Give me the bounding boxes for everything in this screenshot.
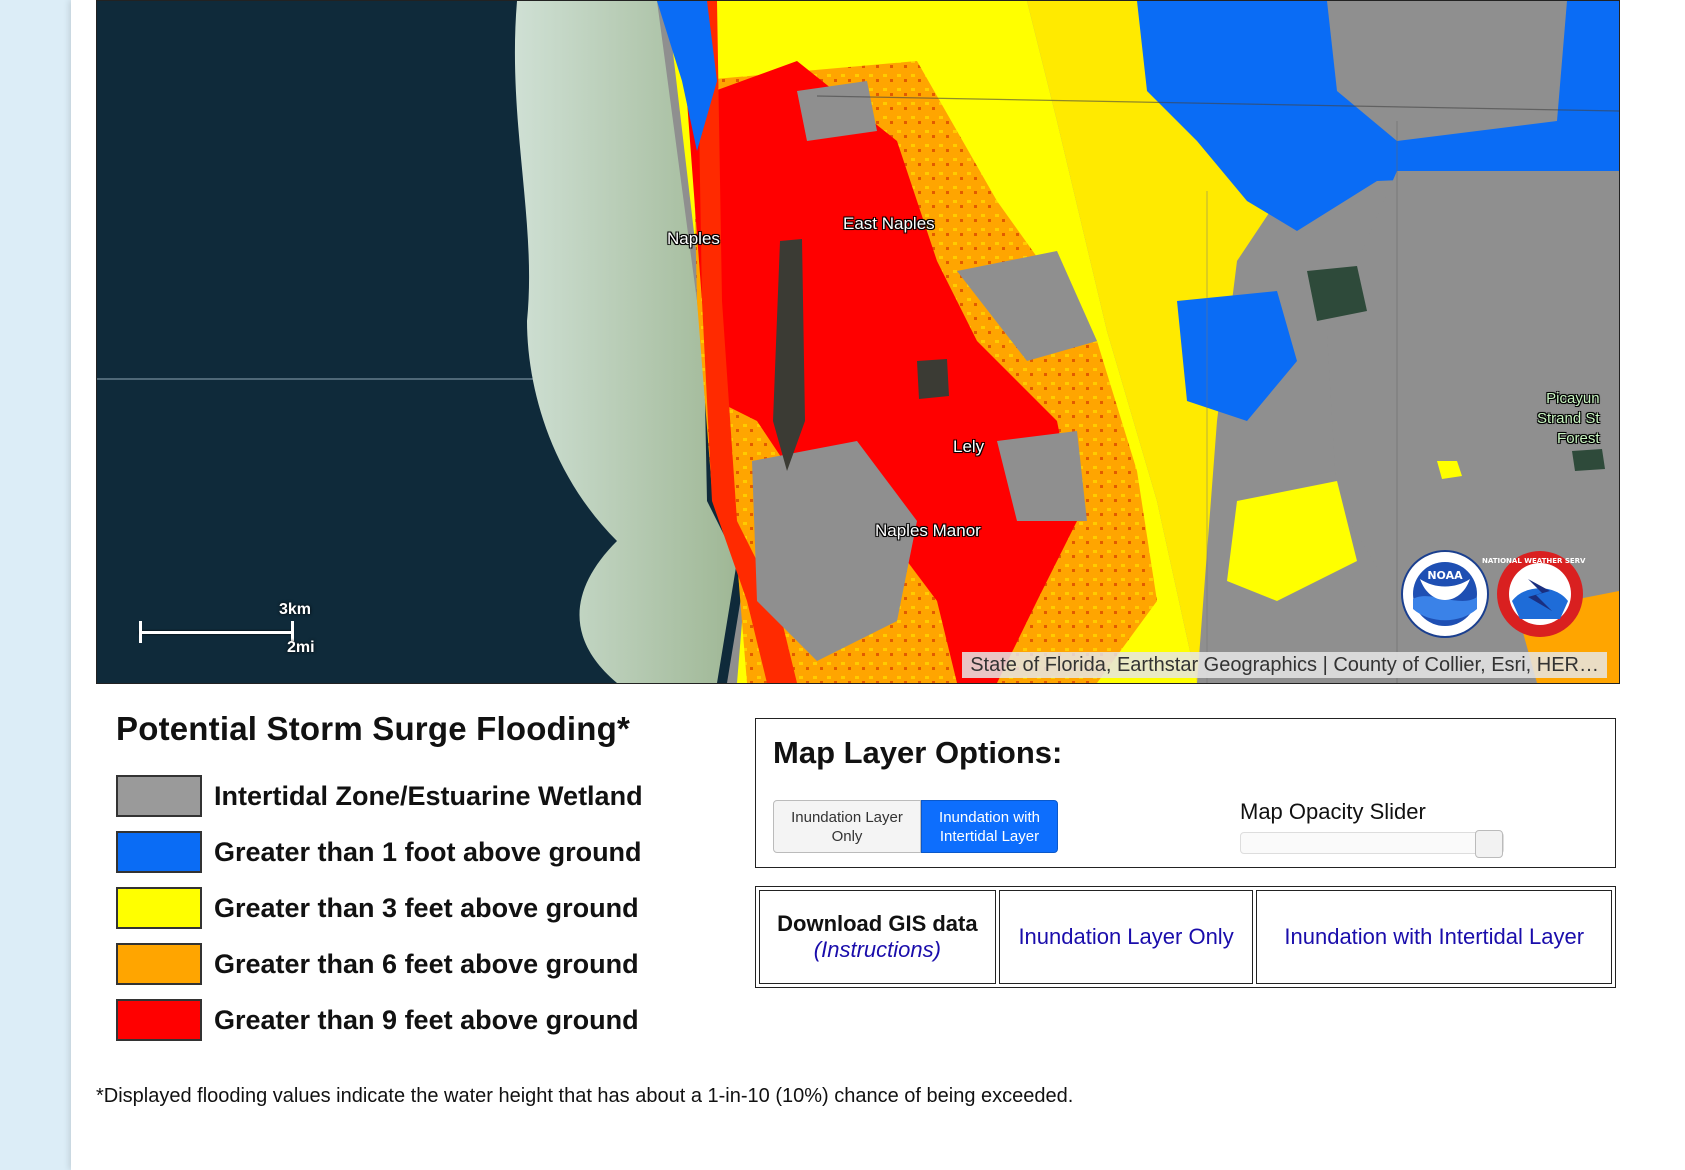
download-instructions-link[interactable]: (Instructions) <box>814 937 941 963</box>
legend-title: Potential Storm Surge Flooding* <box>116 710 631 747</box>
legend-label: Intertidal Zone/Estuarine Wetland <box>214 780 643 811</box>
legend-swatch <box>116 999 202 1041</box>
agency-logos: NOAA NATIONAL WEATHER SERVICE <box>1400 549 1598 644</box>
download-inundation-intertidal-link[interactable]: Inundation with Intertidal Layer <box>1284 924 1584 950</box>
place-label-east-naples: East Naples <box>843 214 935 233</box>
park-label-line-3: Forest <box>1557 430 1600 447</box>
scale-km-label: 3km <box>279 601 312 618</box>
storm-surge-map[interactable]: Naples East Naples Lely Naples Manor Pic… <box>96 0 1620 684</box>
opacity-slider-handle[interactable] <box>1475 830 1503 858</box>
legend-swatch <box>116 943 202 985</box>
download-inundation-only-link[interactable]: Inundation Layer Only <box>1018 924 1233 950</box>
place-label-lely: Lely <box>953 437 985 456</box>
noaa-logo-text: NOAA <box>1427 569 1463 582</box>
map-layer-options-panel: Map Layer Options: Inundation Layer Only… <box>755 718 1616 868</box>
download-gis-cell: Download GIS data (Instructions) <box>759 890 996 984</box>
map-attribution: State of Florida, Earthstar Geographics … <box>962 652 1607 678</box>
layer-toggle-group: Inundation Layer Only Inundation with In… <box>773 800 1058 853</box>
scale-mi-label: 2mi <box>287 639 315 656</box>
map-basemap <box>97 1 1619 683</box>
storm-surge-legend: Potential Storm Surge Flooding* Intertid… <box>116 710 756 1048</box>
legend-label: Greater than 6 feet above ground <box>214 948 639 979</box>
park-label-line-1: Picayun <box>1546 390 1600 407</box>
legend-item: Greater than 1 foot above ground <box>116 824 756 880</box>
opacity-slider-label: Map Opacity Slider <box>1240 799 1426 824</box>
legend-label: Greater than 1 foot above ground <box>214 836 642 867</box>
legend-item: Intertidal Zone/Estuarine Wetland <box>116 768 756 824</box>
park-label-line-2: Strand St <box>1537 410 1600 427</box>
place-label-naples-manor: Naples Manor <box>875 521 981 540</box>
toggle-inundation-intertidal-button[interactable]: Inundation with Intertidal Layer <box>921 800 1058 853</box>
legend-label: Greater than 9 feet above ground <box>214 1004 639 1035</box>
nws-logo-ring-text: NATIONAL WEATHER SERVICE <box>1482 557 1586 565</box>
place-label-naples: Naples <box>667 229 720 248</box>
layer-options-title: Map Layer Options: <box>773 735 1063 770</box>
download-inundation-intertidal-cell: Inundation with Intertidal Layer <box>1256 890 1612 984</box>
legend-item: Greater than 3 feet above ground <box>116 880 756 936</box>
flooding-footnote: *Displayed flooding values indicate the … <box>96 1085 1074 1107</box>
legend-swatch <box>116 831 202 873</box>
opacity-slider-track[interactable] <box>1240 830 1504 858</box>
noaa-logo-icon: NOAA <box>1401 550 1489 638</box>
toggle-inundation-only-button[interactable]: Inundation Layer Only <box>773 800 921 853</box>
legend-label: Greater than 3 feet above ground <box>214 892 639 923</box>
legend-swatch <box>116 887 202 929</box>
legend-item: Greater than 9 feet above ground <box>116 992 756 1048</box>
legend-item: Greater than 6 feet above ground <box>116 936 756 992</box>
nws-logo-icon: NATIONAL WEATHER SERVICE <box>1482 551 1598 637</box>
legend-swatch <box>116 775 202 817</box>
gis-download-table: Download GIS data (Instructions) Inundat… <box>755 886 1616 988</box>
download-gis-title: Download GIS data <box>777 911 978 936</box>
map-scale-bar: 3km 2mi <box>139 599 364 656</box>
download-inundation-only-cell: Inundation Layer Only <box>998 890 1254 984</box>
place-label-picayune-strand-forest: Picayun Strand St Forest <box>1537 389 1600 449</box>
